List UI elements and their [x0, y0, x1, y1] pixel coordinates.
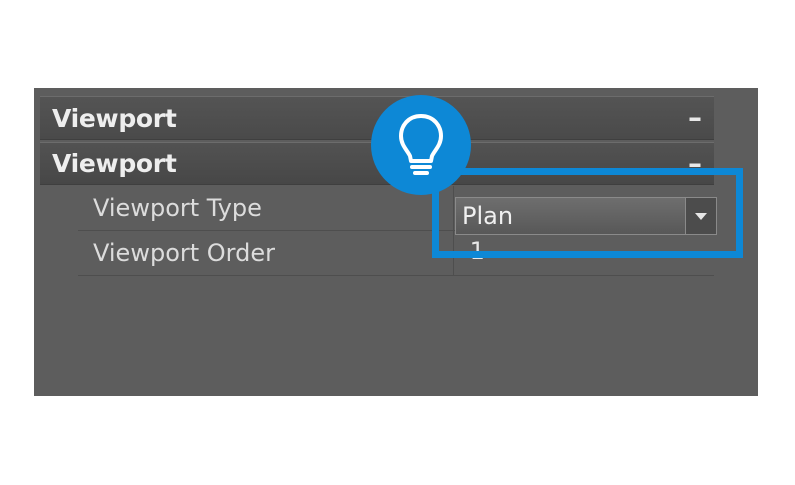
collapse-icon[interactable]: –: [688, 104, 702, 132]
lightbulb-icon: [371, 95, 471, 195]
section-title: Viewport: [52, 149, 177, 178]
highlight-frame: [432, 168, 743, 258]
property-label: Viewport Order: [78, 231, 454, 275]
section-title: Viewport: [52, 103, 177, 133]
lightbulb-glyph: [399, 114, 443, 175]
property-label: Viewport Type: [78, 186, 454, 230]
